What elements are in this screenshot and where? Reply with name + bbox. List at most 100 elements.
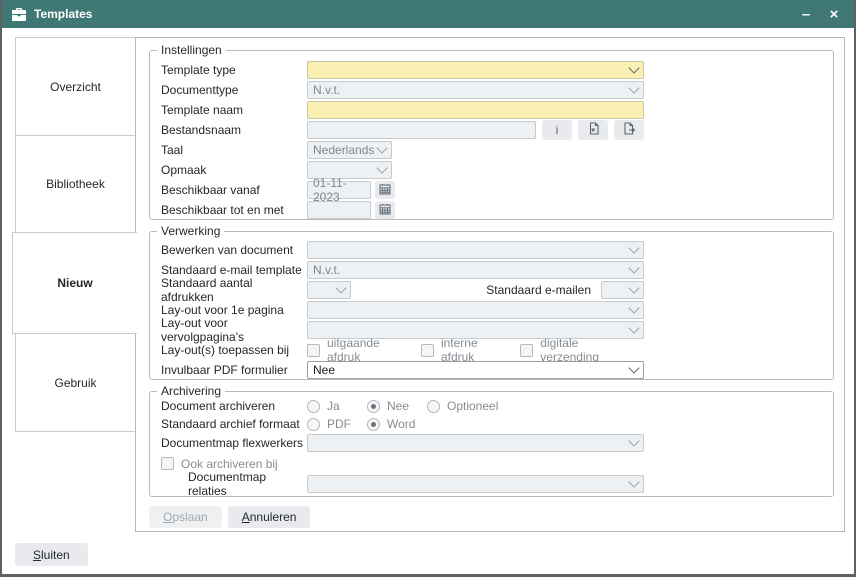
chevron-down-icon (628, 82, 639, 93)
minimize-icon[interactable]: – (792, 0, 820, 28)
bewerken-document-select[interactable] (307, 241, 644, 259)
calendar-button[interactable] (375, 201, 395, 219)
window-title: Templates (34, 7, 92, 21)
group-archivering: Archivering Document archiveren Ja Nee O… (149, 391, 834, 497)
chevron-down-icon (628, 262, 639, 273)
email-template-value: N.v.t. (313, 263, 340, 277)
radio-pdf[interactable]: PDF (307, 417, 367, 431)
documentmap-relaties-select[interactable] (307, 475, 644, 493)
layout-1e-pagina-select[interactable] (307, 301, 644, 319)
checkbox-icon (161, 457, 174, 470)
row-archief-formaat: Standaard archief formaat PDF Word (150, 415, 833, 433)
radio-nee[interactable]: Nee (367, 399, 427, 413)
template-type-select[interactable] (307, 61, 644, 79)
chevron-down-icon (335, 282, 346, 293)
beschikbaar-tot-label: Beschikbaar tot en met (161, 203, 307, 217)
export-document-button[interactable] (614, 120, 644, 140)
chevron-down-icon (628, 362, 639, 373)
layout-vervolg-label: Lay-out voor vervolgpagina's (161, 316, 307, 344)
radio-icon (307, 400, 320, 413)
calendar-button[interactable] (375, 181, 395, 199)
chevron-down-icon (628, 242, 639, 253)
radio-label: Optioneel (447, 399, 498, 413)
calendar-icon (379, 203, 391, 218)
tab-overzicht[interactable]: Overzicht (15, 37, 136, 136)
documenttype-select: N.v.t. (307, 81, 644, 99)
tab-nieuw[interactable]: Nieuw (12, 232, 137, 334)
template-naam-input[interactable] (307, 101, 644, 119)
row-bewerken-document: Bewerken van document (150, 240, 833, 260)
tab-bibliotheek[interactable]: Bibliotheek (15, 135, 136, 233)
import-document-button[interactable] (578, 120, 608, 140)
layout-1e-pagina-label: Lay-out voor 1e pagina (161, 303, 307, 317)
documentmap-flexwerkers-select[interactable] (307, 434, 644, 452)
beschikbaar-tot-input (307, 201, 371, 219)
standaard-emailen-label: Standaard e-mailen (486, 283, 591, 297)
panel-footer: Opslaan Annuleren (149, 506, 310, 528)
info-button[interactable]: i (542, 120, 572, 140)
layout-toepassen-label: Lay-out(s) toepassen bij (161, 343, 307, 357)
row-document-archiveren: Document archiveren Ja Nee Optioneel (150, 397, 833, 415)
row-documentmap-flexwerkers: Documentmap flexwerkers (150, 433, 833, 453)
aantal-afdrukken-label: Standaard aantal afdrukken (161, 276, 307, 304)
template-naam-label: Template naam (161, 103, 307, 117)
documentmap-relaties-label: Documentmap relaties (161, 470, 307, 498)
opslaan-button[interactable]: Opslaan (149, 506, 222, 528)
radio-icon (427, 400, 440, 413)
radio-word[interactable]: Word (367, 417, 415, 431)
row-beschikbaar-vanaf: Beschikbaar vanaf 01-11-2023 (150, 180, 833, 200)
tab-gebruik[interactable]: Gebruik (15, 333, 136, 432)
row-template-naam: Template naam (150, 100, 833, 120)
radio-ja[interactable]: Ja (307, 399, 367, 413)
invulbaar-pdf-value: Nee (313, 363, 335, 377)
checkbox-icon (307, 344, 320, 357)
bestandsnaam-input (307, 121, 536, 139)
chevron-down-icon (376, 142, 387, 153)
calendar-icon (379, 183, 391, 198)
checkbox-label: Ook archiveren bij (181, 457, 278, 471)
documentmap-flexwerkers-label: Documentmap flexwerkers (161, 436, 307, 450)
close-icon[interactable]: × (820, 0, 848, 28)
chevron-down-icon (628, 282, 639, 293)
beschikbaar-vanaf-label: Beschikbaar vanaf (161, 183, 307, 197)
row-invulbaar-pdf: Invulbaar PDF formulier Nee (150, 360, 833, 380)
sluiten-button-label: Sluiten (33, 548, 70, 562)
chevron-down-icon (628, 435, 639, 446)
checkbox-icon (421, 344, 434, 357)
invulbaar-pdf-select[interactable]: Nee (307, 361, 644, 379)
checkbox-uitgaande-afdruk[interactable]: uitgaande afdruk (307, 336, 407, 364)
info-icon: i (556, 123, 559, 137)
email-template-label: Standaard e-mail template (161, 263, 307, 277)
checkbox-interne-afdruk[interactable]: interne afdruk (421, 336, 506, 364)
opslaan-button-label: Opslaan (163, 510, 208, 524)
chevron-down-icon (628, 62, 639, 73)
template-type-label: Template type (161, 63, 307, 77)
row-layout-toepassen: Lay-out(s) toepassen bij uitgaande afdru… (150, 340, 833, 360)
sluiten-button[interactable]: Sluiten (15, 543, 88, 566)
opmaak-label: Opmaak (161, 163, 307, 177)
checkbox-digitale-verzending[interactable]: digitale verzending (520, 336, 630, 364)
briefcase-icon (12, 8, 26, 21)
group-instellingen: Instellingen Template type Documenttype … (149, 50, 834, 220)
documenttype-label: Documenttype (161, 83, 307, 97)
aantal-afdrukken-select[interactable] (307, 281, 351, 299)
documenttype-value: N.v.t. (313, 83, 340, 97)
radio-checked-icon (367, 400, 380, 413)
document-archiveren-label: Document archiveren (161, 399, 307, 413)
checkbox-ook-archiveren[interactable]: Ook archiveren bij (161, 457, 278, 471)
taal-select: Nederlands (307, 141, 392, 159)
standaard-emailen-select[interactable] (601, 281, 644, 299)
row-aantal-afdrukken: Standaard aantal afdrukken Standaard e-m… (150, 280, 833, 300)
checkbox-icon (520, 344, 533, 357)
chevron-down-icon (628, 302, 639, 313)
bestandsnaam-label: Bestandsnaam (161, 123, 307, 137)
annuleren-button[interactable]: Annuleren (228, 506, 311, 528)
taal-value: Nederlands (313, 143, 374, 157)
radio-optioneel[interactable]: Optioneel (427, 399, 498, 413)
row-opmaak: Opmaak (150, 160, 833, 180)
beschikbaar-vanaf-value: 01-11-2023 (313, 176, 365, 204)
group-instellingen-legend: Instellingen (157, 43, 226, 57)
taal-label: Taal (161, 143, 307, 157)
email-template-select[interactable]: N.v.t. (307, 261, 644, 279)
invulbaar-pdf-label: Invulbaar PDF formulier (161, 363, 307, 377)
